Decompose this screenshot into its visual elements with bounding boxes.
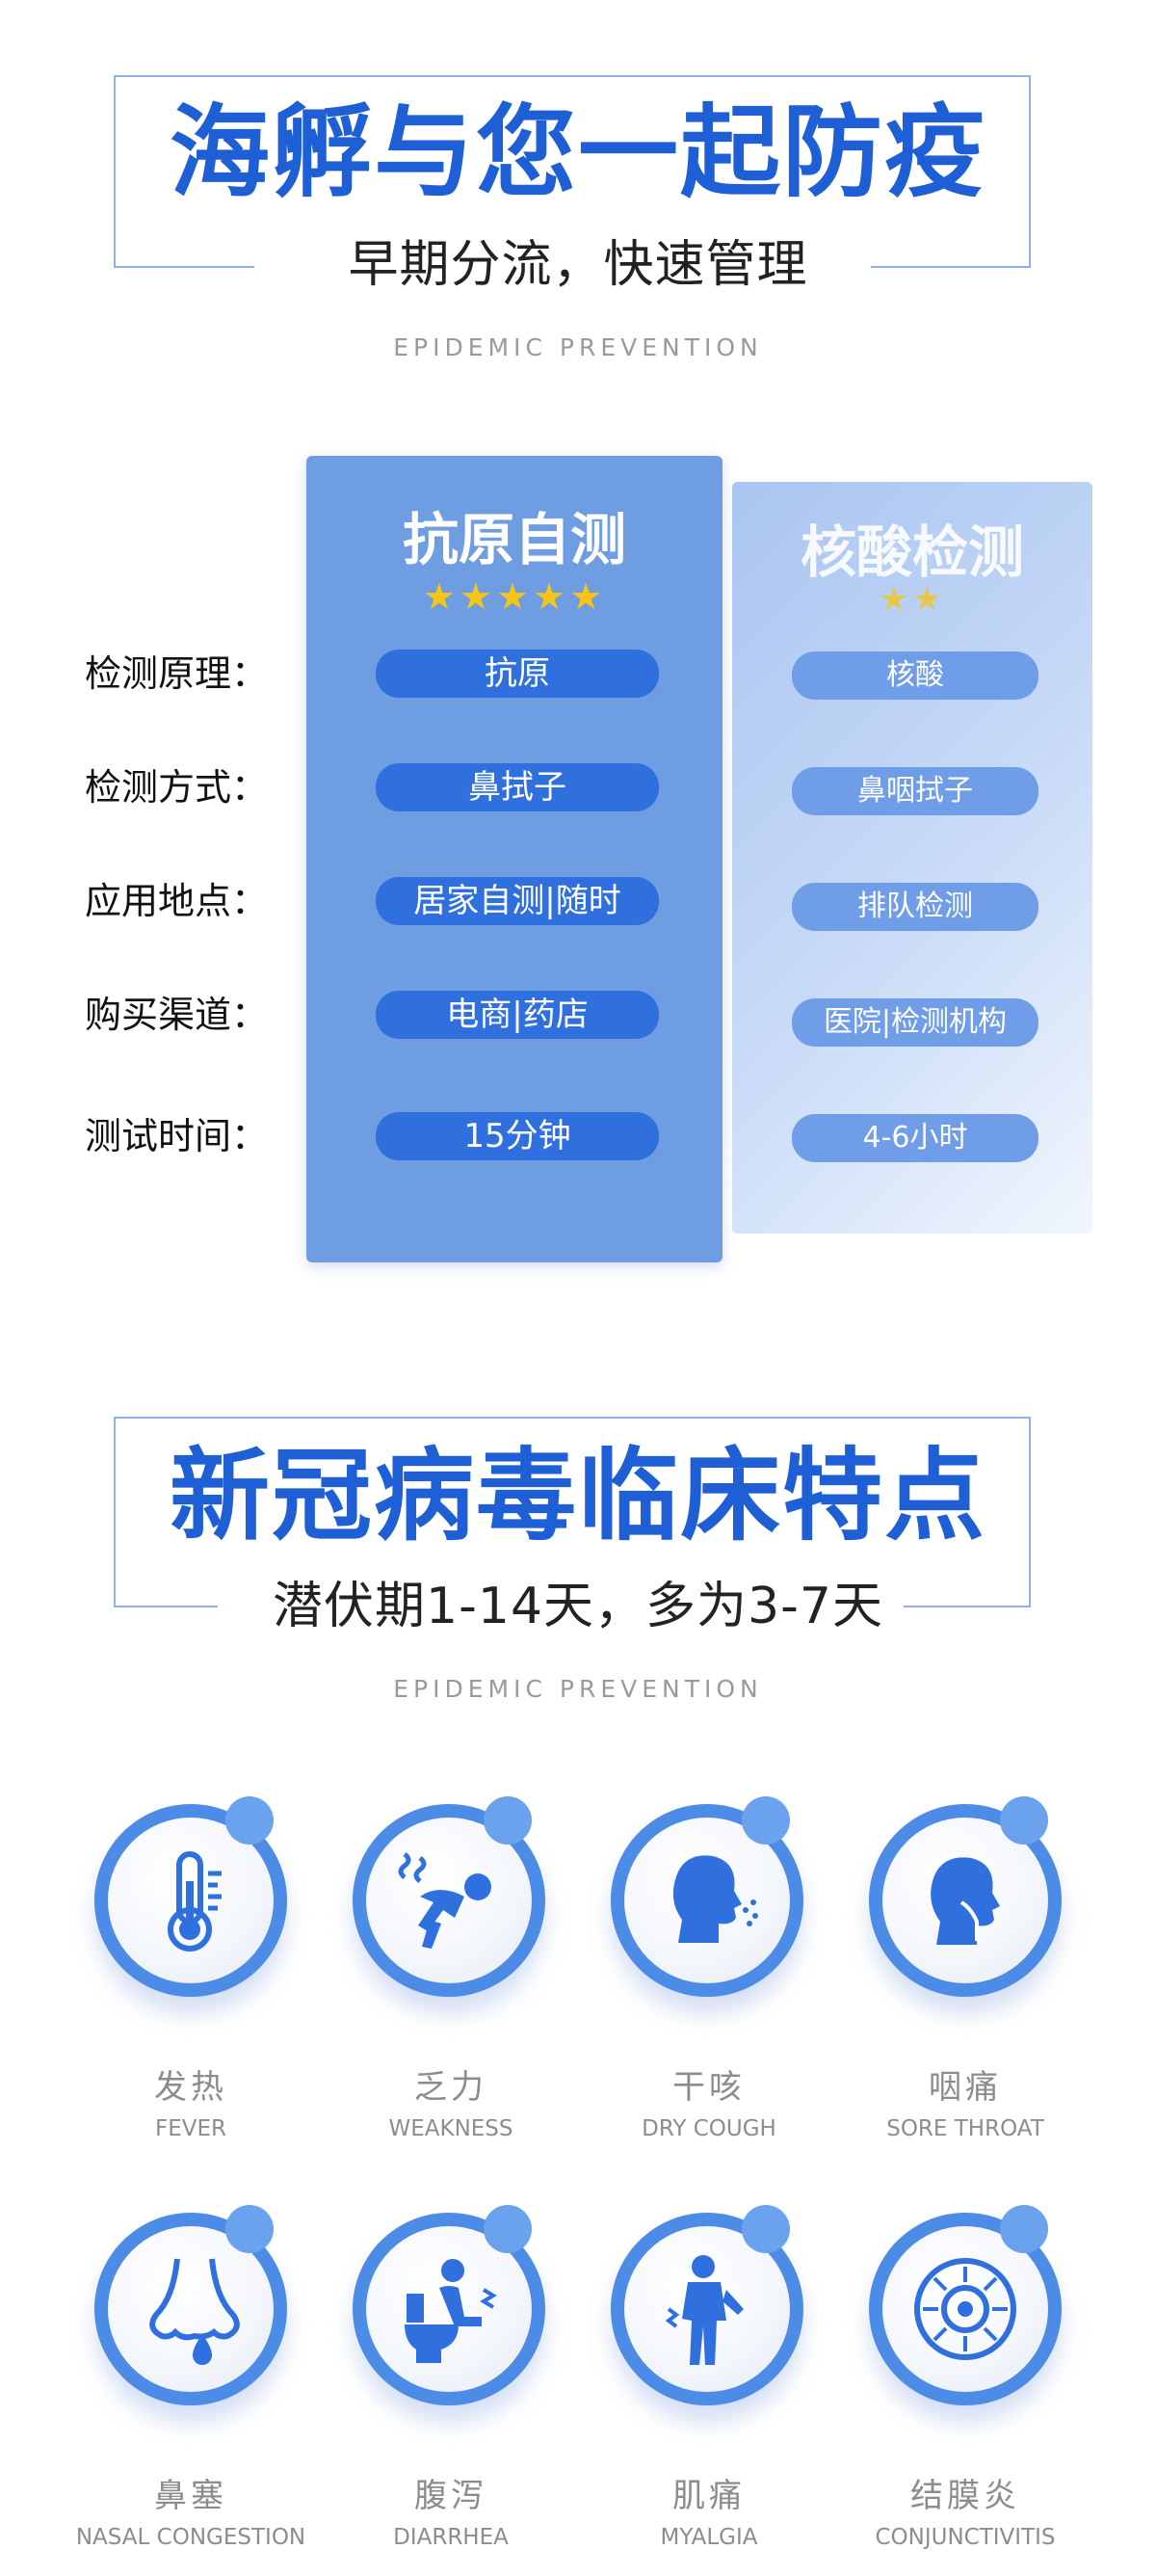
section2-title: 新冠病毒临床特点	[169, 1437, 986, 1554]
sore-throat-icon	[931, 1857, 1000, 1945]
symptom-label-en: SORE THROAT	[886, 2116, 1044, 2141]
nucleic-channel-value: 医院|检测机构	[792, 998, 1038, 1047]
section1-english: EPIDEMIC PREVENTION	[393, 333, 763, 361]
symptom-label-cn: 腹泻	[414, 2477, 487, 2515]
symptom-label-cn: 肌痛	[672, 2477, 746, 2515]
symptom-conjunctivitis	[869, 2205, 1062, 2405]
toilet-icon	[405, 2259, 497, 2363]
symptom-label-cn: 干咳	[672, 2068, 746, 2107]
section2-subtitle: 潜伏期1-14天，多为3-7天	[273, 1578, 883, 1635]
nucleic-method-value: 鼻咽拭子	[792, 767, 1038, 815]
section1-title: 海孵与您一起防疫	[169, 93, 986, 211]
symptom-sore-throat	[869, 1796, 1062, 1997]
symptom-nasal-congestion	[94, 2205, 287, 2405]
row-label-channel: 购买渠道：	[85, 994, 269, 1036]
symptom-label-cn: 发热	[154, 2068, 227, 2107]
section1-subtitle: 早期分流，快速管理	[348, 236, 808, 294]
symptom-label-en: FEVER	[154, 2116, 226, 2141]
symptom-label-cn: 乏力	[414, 2068, 487, 2107]
antigen-location-value: 居家自测|随时	[376, 877, 659, 925]
antigen-stars: ★★★★★	[422, 575, 607, 618]
nucleic-stars: ★★	[879, 580, 946, 619]
antigen-channel-value: 电商|药店	[376, 991, 659, 1039]
row-label-time: 测试时间：	[85, 1115, 269, 1157]
symptom-label-en: DIARRHEA	[393, 2525, 509, 2550]
symptom-label-en: NASAL CONGESTION	[75, 2525, 306, 2550]
nucleic-location-value: 排队检测	[792, 883, 1038, 931]
section2-english: EPIDEMIC PREVENTION	[393, 1675, 763, 1703]
nucleic-principle-value: 核酸	[792, 651, 1038, 700]
row-label-method: 检测方式：	[85, 766, 269, 809]
eye-icon	[914, 2258, 1016, 2360]
body-pain-icon	[665, 2255, 744, 2365]
symptom-diarrhea	[353, 2205, 545, 2405]
symptom-weakness	[353, 1796, 545, 1997]
symptom-label-en: DRY COUGH	[642, 2116, 776, 2141]
antigen-principle-value: 抗原	[376, 650, 659, 698]
nucleic-title: 核酸检测	[800, 519, 1024, 585]
antigen-method-value: 鼻拭子	[376, 763, 659, 811]
symptom-fever	[94, 1796, 287, 1997]
antigen-title: 抗原自测	[402, 507, 626, 572]
nucleic-time-value: 4-6小时	[792, 1114, 1038, 1162]
symptom-label-cn: 结膜炎	[910, 2477, 1020, 2515]
thermometer-icon	[168, 1851, 222, 1952]
cough-icon	[672, 1855, 758, 1943]
symptom-label-cn: 鼻塞	[154, 2477, 227, 2515]
symptom-myalgia	[611, 2205, 803, 2405]
symptom-dry-cough	[611, 1796, 803, 1997]
fatigue-icon	[398, 1852, 491, 1949]
symptom-label-en: CONJUNCTIVITIS	[875, 2525, 1056, 2550]
row-label-location: 应用地点：	[85, 880, 269, 922]
row-label-principle: 检测原理：	[85, 652, 269, 695]
symptom-label-cn: 咽痛	[929, 2068, 1002, 2107]
antigen-time-value: 15分钟	[376, 1112, 659, 1160]
symptom-label-en: MYALGIA	[660, 2525, 758, 2550]
symptom-label-en: WEAKNESS	[388, 2116, 513, 2141]
runny-nose-icon	[149, 2258, 240, 2365]
